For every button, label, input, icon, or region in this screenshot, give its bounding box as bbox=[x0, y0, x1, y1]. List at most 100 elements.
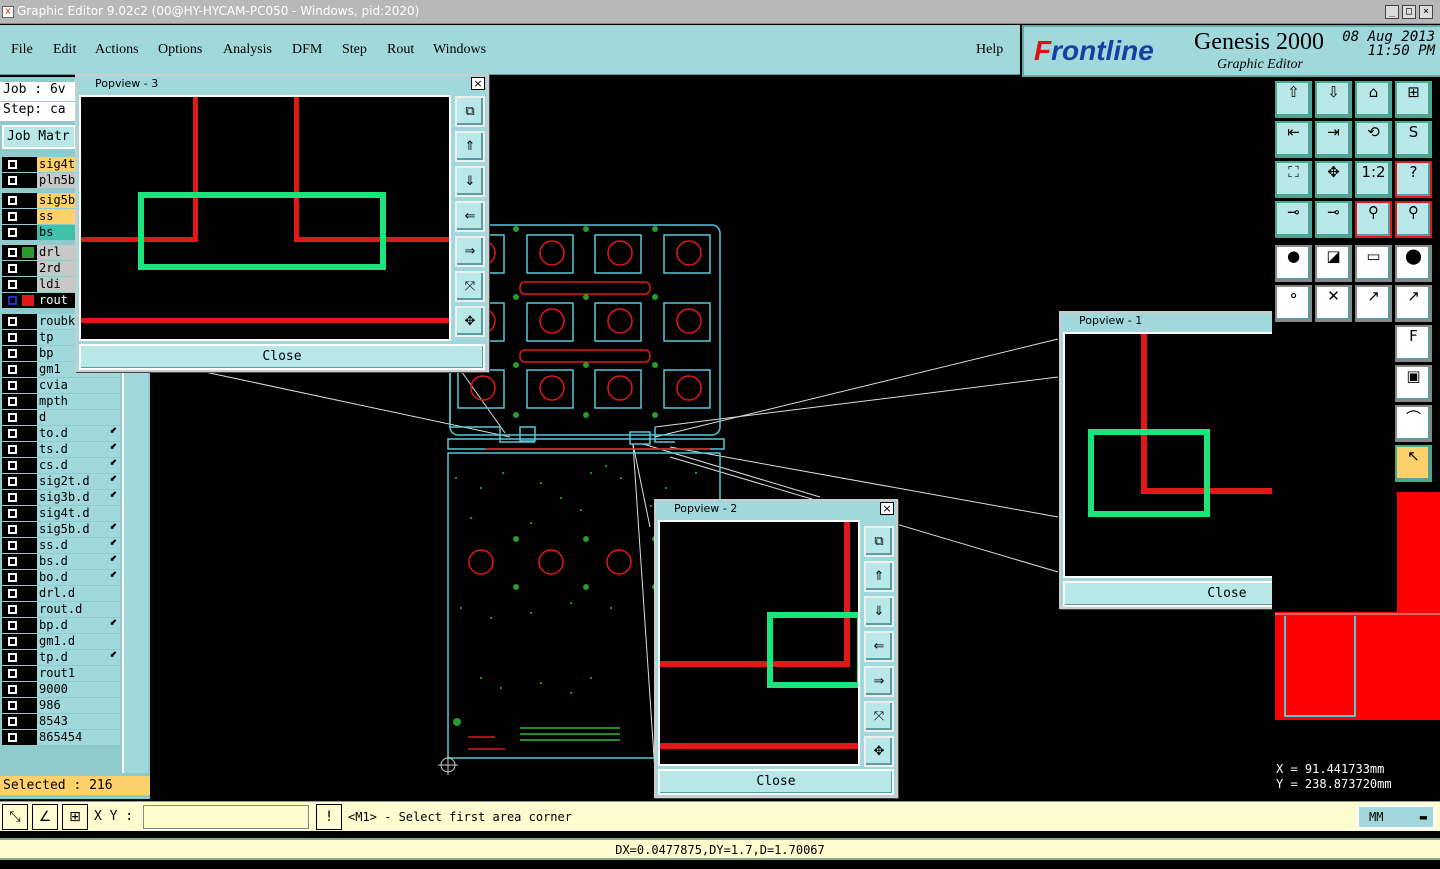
frontline-f-icon[interactable]: F bbox=[1395, 325, 1432, 362]
cross-icon[interactable]: ✕ bbox=[1315, 285, 1352, 322]
layer-checkbox[interactable] bbox=[7, 412, 18, 423]
layer-checkbox[interactable] bbox=[7, 668, 18, 679]
layer-checkbox[interactable] bbox=[7, 732, 18, 743]
layer-row[interactable]: sig5b.d ⬋ bbox=[2, 522, 120, 537]
layer-checkbox[interactable] bbox=[7, 716, 18, 727]
layer-row[interactable]: ss.d ⬋ bbox=[2, 538, 120, 553]
layer-row[interactable]: ts.d ⬋ bbox=[2, 442, 120, 457]
layer-checkbox[interactable] bbox=[7, 332, 18, 343]
layer-checkbox[interactable] bbox=[7, 652, 18, 663]
zoom-in-icon[interactable]: ⤧ bbox=[864, 701, 894, 732]
measure-pin-icon[interactable]: ⊸ bbox=[1315, 201, 1352, 238]
menu-help[interactable]: Help bbox=[976, 42, 1003, 58]
layer-checkbox[interactable] bbox=[7, 380, 18, 391]
close-window-button[interactable]: × bbox=[1419, 5, 1433, 19]
net-select-icon[interactable]: ⚲ bbox=[1395, 201, 1432, 238]
menu-rout[interactable]: Rout bbox=[387, 42, 414, 58]
home-icon[interactable]: ⌂ bbox=[1355, 81, 1392, 118]
layer-checkbox[interactable] bbox=[7, 684, 18, 695]
minimize-button[interactable]: _ bbox=[1385, 5, 1399, 19]
arc-icon[interactable]: ⌒ bbox=[1395, 405, 1432, 442]
menu-step[interactable]: Step bbox=[342, 42, 367, 58]
path-icon[interactable]: ↗ bbox=[1395, 285, 1432, 322]
fit-screen-icon[interactable]: ⛶ bbox=[1275, 161, 1312, 198]
angle-tool-icon[interactable]: ∠ bbox=[32, 804, 58, 830]
zoom-fit-icon[interactable]: ⧉ bbox=[455, 96, 485, 127]
zoom-out-icon[interactable]: ✥ bbox=[455, 306, 485, 337]
menu-options[interactable]: Options bbox=[158, 42, 202, 58]
layer-checkbox[interactable] bbox=[7, 444, 18, 455]
layer-checkbox[interactable] bbox=[7, 227, 18, 238]
layer-checkbox[interactable] bbox=[7, 476, 18, 487]
layer-checkbox[interactable] bbox=[7, 620, 18, 631]
help-icon[interactable]: ? bbox=[1395, 161, 1432, 198]
menu-dfm[interactable]: DFM bbox=[292, 42, 322, 58]
layer-checkbox[interactable] bbox=[7, 211, 18, 222]
layer-checkbox[interactable] bbox=[7, 492, 18, 503]
layer-checkbox[interactable] bbox=[7, 700, 18, 711]
layer-checkbox[interactable] bbox=[7, 263, 18, 274]
layer-row[interactable]: 8543 bbox=[2, 714, 120, 729]
layer-checkbox[interactable] bbox=[7, 572, 18, 583]
menu-windows[interactable]: Windows bbox=[433, 42, 486, 58]
layer-checkbox[interactable] bbox=[7, 556, 18, 567]
menu-file[interactable]: File bbox=[11, 42, 33, 58]
layer-checkbox[interactable] bbox=[7, 396, 18, 407]
dot-icon[interactable]: ⬤ bbox=[1395, 245, 1432, 282]
mini-map[interactable] bbox=[1275, 612, 1440, 720]
center-icon[interactable]: ✥ bbox=[1315, 161, 1352, 198]
rout-cursor-icon[interactable]: ↖ bbox=[1395, 445, 1432, 482]
layer-checkbox[interactable] bbox=[7, 175, 18, 186]
layer-row[interactable]: rout.d bbox=[2, 602, 120, 617]
popview-canvas[interactable] bbox=[658, 520, 863, 766]
layer-row[interactable]: bp.d ⬋ bbox=[2, 618, 120, 633]
layer-row[interactable]: 9000 bbox=[2, 682, 120, 697]
layer-checkbox[interactable] bbox=[7, 460, 18, 471]
line-draw-icon[interactable]: ◪ bbox=[1315, 245, 1352, 282]
layer-row[interactable]: gm1.d bbox=[2, 634, 120, 649]
layer-checkbox[interactable] bbox=[7, 295, 18, 306]
menu-edit[interactable]: Edit bbox=[53, 42, 76, 58]
ruler-icon[interactable]: ▭ bbox=[1355, 245, 1392, 282]
zoom-out-icon[interactable]: ✥ bbox=[864, 736, 894, 767]
layer-checkbox[interactable] bbox=[7, 364, 18, 375]
connect-icon[interactable]: ⚬ bbox=[1275, 285, 1312, 322]
layer-checkbox[interactable] bbox=[7, 247, 18, 258]
move-right-icon[interactable]: ⇥ bbox=[1315, 121, 1352, 158]
layer-row[interactable]: 986 bbox=[2, 698, 120, 713]
popview-canvas[interactable] bbox=[79, 95, 451, 341]
layer-checkbox[interactable] bbox=[7, 636, 18, 647]
xy-grid-icon[interactable]: ⊞ bbox=[1395, 81, 1432, 118]
layer-checkbox[interactable] bbox=[7, 508, 18, 519]
pan-right-icon[interactable]: ⇒ bbox=[864, 666, 894, 697]
zoom-in-icon[interactable]: ⤧ bbox=[455, 271, 485, 302]
pan-up-icon[interactable]: ⇑ bbox=[864, 561, 894, 592]
popview-close-x[interactable]: × bbox=[471, 77, 485, 90]
layer-row[interactable]: bo.d ⬋ bbox=[2, 570, 120, 585]
pan-right-icon[interactable]: ⇒ bbox=[455, 236, 485, 267]
popview-close-button[interactable]: Close bbox=[79, 344, 485, 370]
route-icon[interactable]: ↗ bbox=[1355, 285, 1392, 322]
maximize-button[interactable]: □ bbox=[1402, 5, 1416, 19]
units-select[interactable]: MM ▬ bbox=[1357, 805, 1435, 829]
layer-checkbox[interactable] bbox=[7, 348, 18, 359]
layer-row[interactable]: d bbox=[2, 410, 120, 425]
layer-row[interactable]: 865454 bbox=[2, 730, 120, 745]
layer-row[interactable]: sig2t.d ⬋ bbox=[2, 474, 120, 489]
layer-checkbox[interactable] bbox=[7, 540, 18, 551]
layer-row[interactable]: drl.d bbox=[2, 586, 120, 601]
zoom-fit-icon[interactable]: ⧉ bbox=[864, 526, 894, 557]
layer-row[interactable]: bs.d ⬋ bbox=[2, 554, 120, 569]
layer-row[interactable]: to.d ⬋ bbox=[2, 426, 120, 441]
popview-close-x[interactable]: × bbox=[880, 502, 894, 515]
mirror-icon[interactable]: ⟲ bbox=[1355, 121, 1392, 158]
home-down-icon[interactable]: ⇩ bbox=[1315, 81, 1352, 118]
home-up-icon[interactable]: ⇧ bbox=[1275, 81, 1312, 118]
snake-icon[interactable]: S bbox=[1395, 121, 1432, 158]
alert-icon[interactable]: ! bbox=[316, 804, 342, 830]
layer-checkbox[interactable] bbox=[7, 524, 18, 535]
pan-left-icon[interactable]: ⇐ bbox=[864, 631, 894, 662]
layer-row[interactable]: cs.d ⬋ bbox=[2, 458, 120, 473]
pan-down-icon[interactable]: ⇓ bbox=[455, 166, 485, 197]
pointer-tool-icon[interactable]: ⤡ bbox=[2, 804, 28, 830]
